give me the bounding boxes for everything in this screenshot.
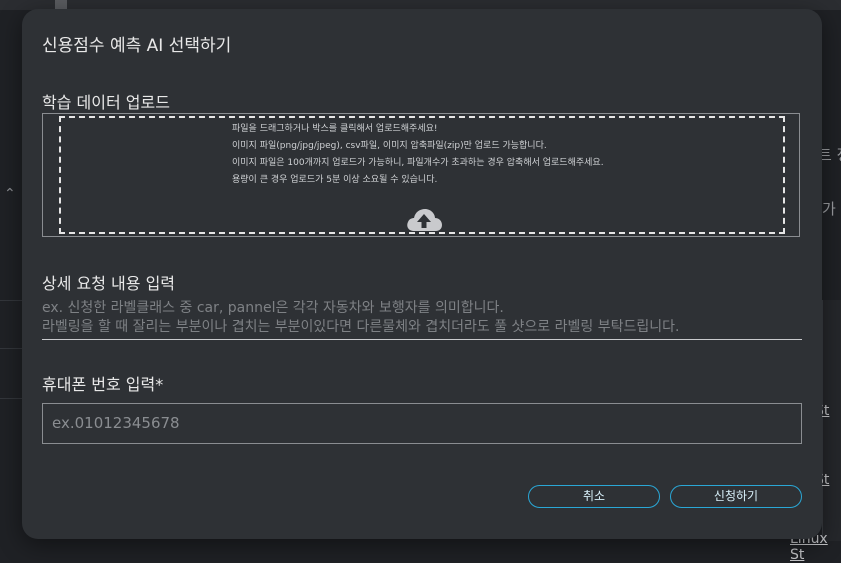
upload-instruction-line: 용량이 큰 경우 업로드가 5분 이상 소요될 수 있습니다.	[232, 175, 438, 185]
phone-label: 휴대폰 번호 입력*	[42, 375, 164, 394]
detail-label: 상세 요청 내용 입력	[42, 274, 176, 293]
background-table-column	[822, 300, 841, 541]
phone-input[interactable]: ex.01012345678	[42, 403, 802, 444]
detail-placeholder-line: ex. 신청한 라벨클래스 중 car, pannel은 각각 자동차와 보행자…	[42, 300, 504, 316]
upload-label: 학습 데이터 업로드	[42, 93, 170, 112]
detail-request-textarea[interactable]: ex. 신청한 라벨클래스 중 car, pannel은 각각 자동차와 보행자…	[42, 299, 802, 340]
upload-dropzone-inner[interactable]: 파일을 드래그하거나 박스를 클릭해서 업로드해주세요! 이미지 파일(png/…	[59, 116, 785, 234]
upload-instruction-line: 파일을 드래그하거나 박스를 클릭해서 업로드해주세요!	[232, 124, 438, 134]
background-text: 가	[822, 200, 836, 218]
upload-instruction-line: 이미지 파일은 100개까지 업로드가 가능하니, 파일개수가 초과하는 경우 …	[232, 158, 604, 168]
chevron-up-icon[interactable]: ⌃	[4, 186, 16, 202]
submit-button[interactable]: 신청하기	[670, 485, 802, 508]
modal-title: 신용점수 예측 AI 선택하기	[42, 36, 232, 56]
upload-instruction-line: 이미지 파일(png/jpg/jpeg), csv파일, 이미지 압축파일(zi…	[232, 141, 547, 151]
cloud-upload-icon[interactable]	[405, 206, 443, 234]
detail-placeholder-line: 라벨링을 할 때 잘리는 부분이나 겹치는 부분이있다면 다른물체와 겹치더라도…	[42, 319, 680, 335]
select-ai-modal: 신용점수 예측 AI 선택하기 학습 데이터 업로드 파일을 드래그하거나 박스…	[22, 9, 822, 539]
upload-dropzone[interactable]: 파일을 드래그하거나 박스를 클릭해서 업로드해주세요! 이미지 파일(png/…	[42, 113, 800, 237]
cancel-button[interactable]: 취소	[528, 485, 660, 508]
upload-instructions: 파일을 드래그하거나 박스를 클릭해서 업로드해주세요! 이미지 파일(png/…	[232, 121, 604, 189]
